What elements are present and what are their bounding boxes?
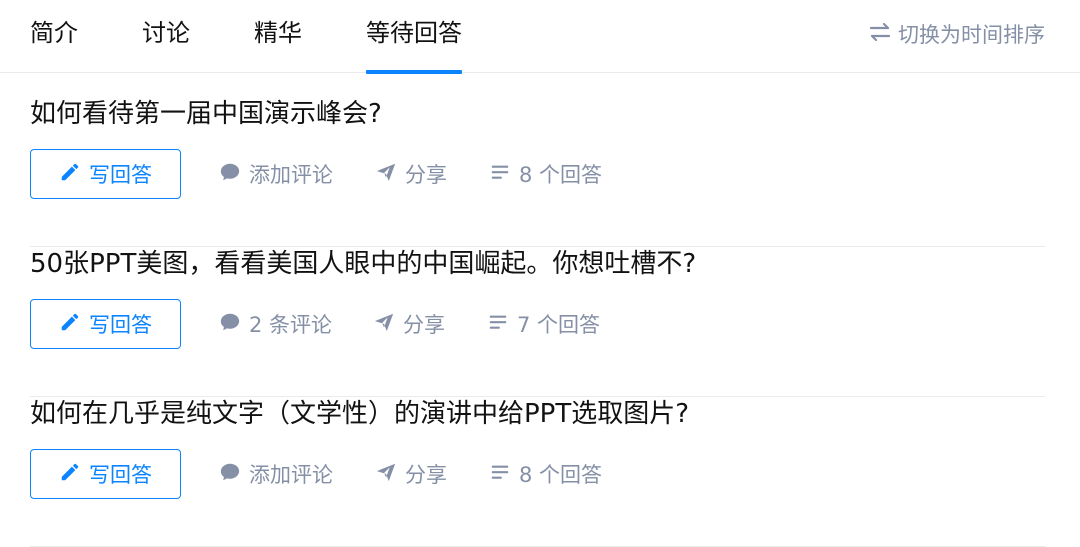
share-button[interactable]: 分享	[375, 149, 447, 199]
share-label: 分享	[405, 163, 447, 187]
pencil-icon	[59, 311, 81, 338]
answers-count-label: 8 个回答	[519, 463, 603, 487]
question-actions: 写回答 添加评论 分享 8 个回答	[30, 449, 1045, 499]
sort-toggle-button[interactable]: 切换为时间排序	[868, 19, 1045, 49]
tab-bar: 简介 讨论 精华 等待回答 切换为时间排序	[0, 0, 1080, 74]
tab-featured[interactable]: 精华	[254, 16, 302, 73]
write-answer-button[interactable]: 写回答	[30, 449, 181, 499]
comment-label: 添加评论	[249, 163, 333, 187]
pencil-icon	[59, 461, 81, 488]
comment-bubble-icon	[219, 461, 241, 488]
question-title[interactable]: 如何在几乎是纯文字（文学性）的演讲中给PPT选取图片?	[30, 397, 689, 431]
pencil-icon	[59, 161, 81, 188]
share-button[interactable]: 分享	[373, 299, 445, 349]
question-title[interactable]: 50张PPT美图，看看美国人眼中的中国崛起。你想吐槽不?	[30, 247, 696, 281]
answers-count-link[interactable]: 8 个回答	[489, 149, 602, 199]
share-label: 分享	[405, 463, 447, 487]
answers-count-label: 7 个回答	[517, 313, 601, 337]
write-answer-label: 写回答	[89, 313, 152, 337]
question-item: 50张PPT美图，看看美国人眼中的中国崛起。你想吐槽不? 写回答 2 条评论 分…	[30, 247, 1045, 397]
list-icon	[489, 161, 511, 188]
list-icon	[487, 311, 509, 338]
question-item: 如何看待第一届中国演示峰会? 写回答 添加评论 分享 8 个回答	[30, 97, 1045, 247]
share-button[interactable]: 分享	[375, 449, 447, 499]
comment-bubble-icon	[219, 311, 241, 338]
question-item: 如何在几乎是纯文字（文学性）的演讲中给PPT选取图片? 写回答 添加评论 分享 …	[30, 397, 1045, 547]
question-actions: 写回答 添加评论 分享 8 个回答	[30, 149, 1045, 199]
comment-button[interactable]: 添加评论	[219, 449, 333, 499]
list-icon	[489, 461, 511, 488]
answers-count-link[interactable]: 7 个回答	[487, 299, 600, 349]
sort-label: 切换为时间排序	[898, 23, 1045, 47]
write-answer-button[interactable]: 写回答	[30, 149, 181, 199]
share-label: 分享	[403, 313, 445, 337]
tab-waiting-answers[interactable]: 等待回答	[366, 16, 462, 74]
swap-icon	[868, 20, 892, 49]
comment-bubble-icon	[219, 161, 241, 188]
write-answer-label: 写回答	[89, 463, 152, 487]
write-answer-label: 写回答	[89, 163, 152, 187]
comment-label: 添加评论	[249, 463, 333, 487]
question-title[interactable]: 如何看待第一届中国演示峰会?	[30, 97, 382, 131]
share-plane-icon	[375, 461, 397, 488]
write-answer-button[interactable]: 写回答	[30, 299, 181, 349]
comment-button[interactable]: 添加评论	[219, 149, 333, 199]
tab-intro[interactable]: 简介	[30, 16, 78, 73]
comment-button[interactable]: 2 条评论	[219, 299, 332, 349]
answers-count-label: 8 个回答	[519, 163, 603, 187]
comment-label: 2 条评论	[249, 313, 333, 337]
share-plane-icon	[373, 311, 395, 338]
tab-discussion[interactable]: 讨论	[142, 16, 190, 73]
answers-count-link[interactable]: 8 个回答	[489, 449, 602, 499]
question-actions: 写回答 2 条评论 分享 7 个回答	[30, 299, 1045, 349]
share-plane-icon	[375, 161, 397, 188]
